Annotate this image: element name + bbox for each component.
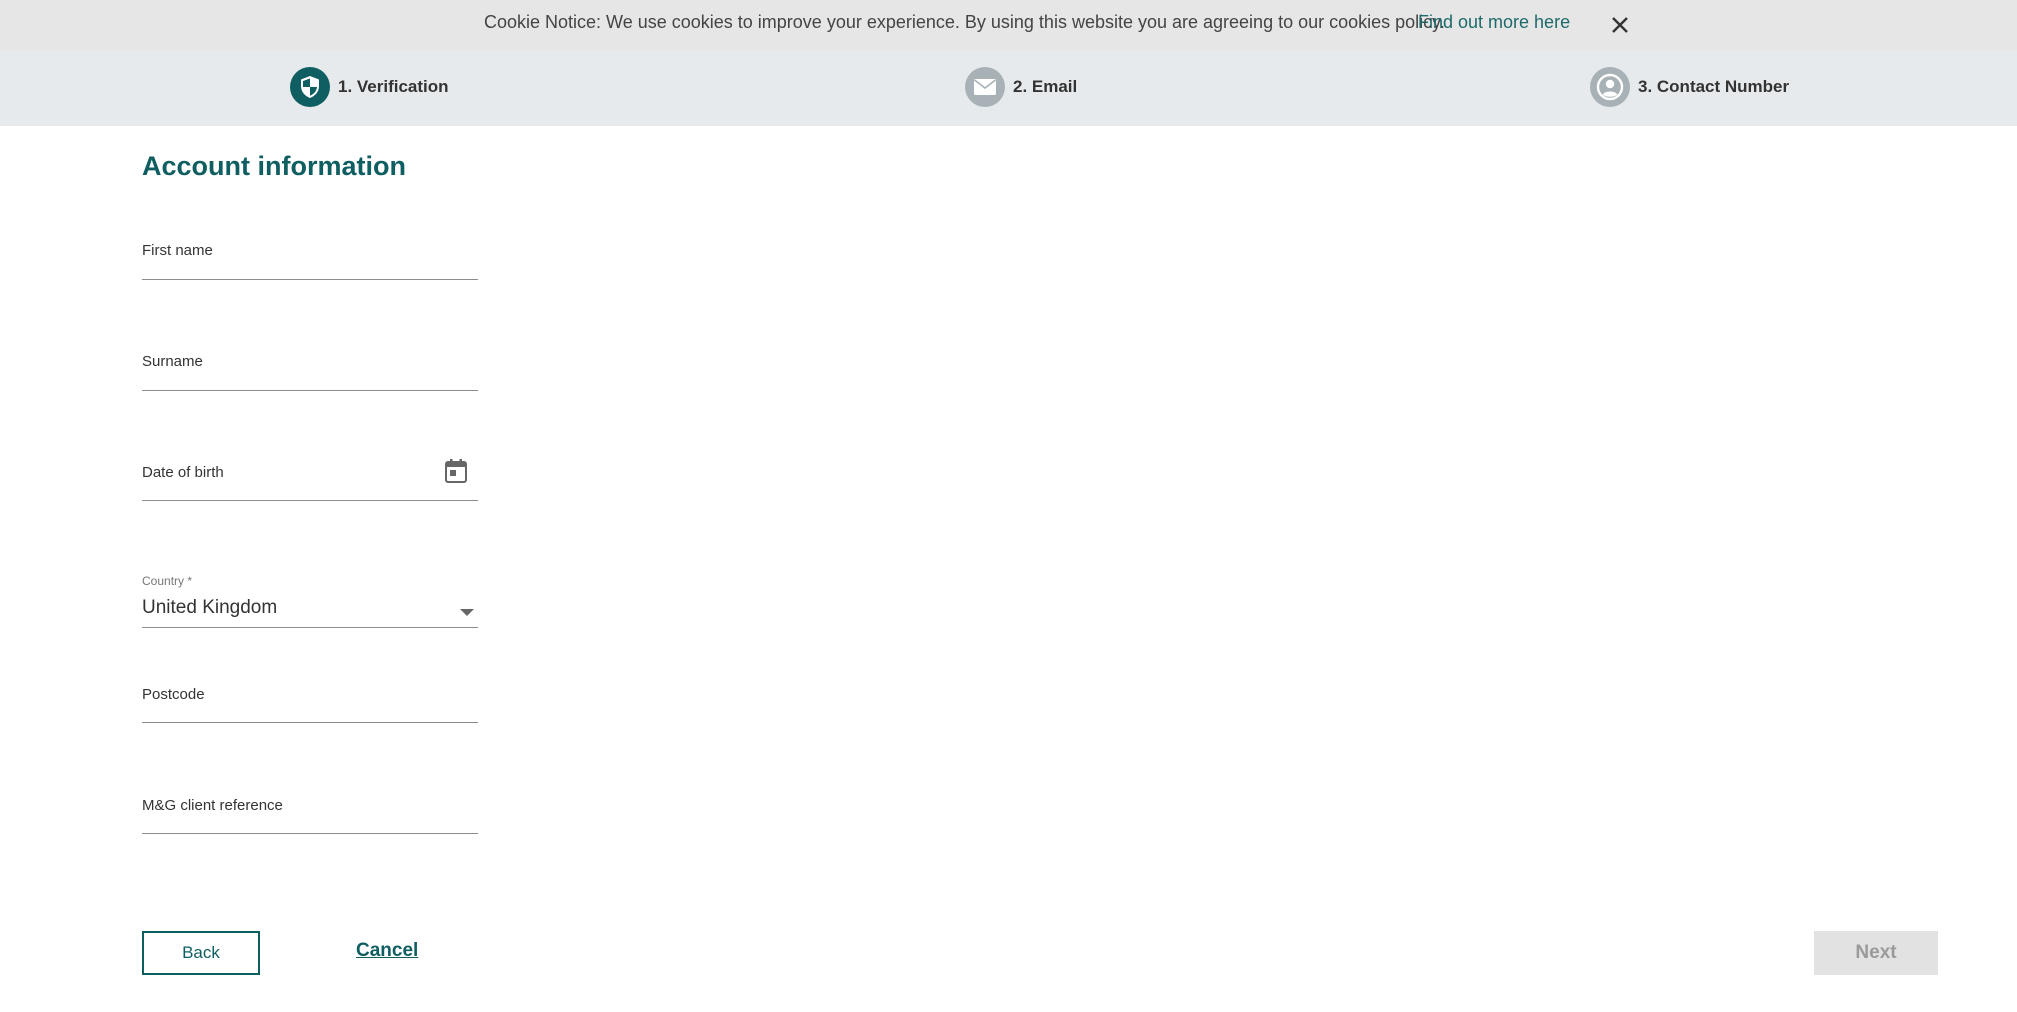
date-of-birth-label: Date of birth: [142, 464, 224, 481]
next-button[interactable]: Next: [1814, 931, 1938, 975]
page-title: Account information: [142, 151, 406, 181]
cookie-notice-bar: Cookie Notice: We use cookies to improve…: [0, 0, 2017, 50]
client-reference-label: M&G client reference: [142, 797, 283, 814]
step-email: 2. Email: [965, 67, 1077, 107]
close-icon[interactable]: [1607, 12, 1633, 38]
chevron-down-icon[interactable]: [460, 604, 474, 616]
surname-label: Surname: [142, 353, 203, 370]
cancel-link[interactable]: Cancel: [356, 940, 418, 962]
calendar-icon[interactable]: [444, 458, 468, 484]
progress-steps: 1. Verification 2. Email 3. Contact Numb…: [0, 50, 2017, 126]
first-name-field[interactable]: First name: [142, 230, 478, 280]
step-verification: 1. Verification: [290, 67, 449, 107]
envelope-icon: [965, 67, 1005, 107]
country-label: Country *: [142, 574, 193, 588]
country-value: United Kingdom: [142, 597, 278, 618]
first-name-label: First name: [142, 242, 213, 259]
step-label: 2. Email: [1013, 77, 1078, 96]
client-reference-field[interactable]: M&G client reference: [142, 785, 478, 834]
postcode-field[interactable]: Postcode: [142, 674, 478, 723]
shield-icon: [290, 67, 330, 107]
back-button[interactable]: Back: [142, 931, 260, 975]
step-contact-number: 3. Contact Number: [1590, 67, 1789, 107]
surname-field[interactable]: Surname: [142, 341, 478, 391]
step-label: 3. Contact Number: [1638, 77, 1790, 96]
cookie-find-out-more-link[interactable]: Find out more here: [1418, 12, 1570, 33]
cookie-notice-text: Cookie Notice: We use cookies to improve…: [484, 12, 1445, 32]
postcode-label: Postcode: [142, 686, 205, 703]
user-icon: [1590, 67, 1630, 107]
date-of-birth-field[interactable]: Date of birth: [142, 451, 478, 501]
country-select[interactable]: Country * United Kingdom: [142, 568, 478, 628]
step-label: 1. Verification: [338, 77, 449, 96]
